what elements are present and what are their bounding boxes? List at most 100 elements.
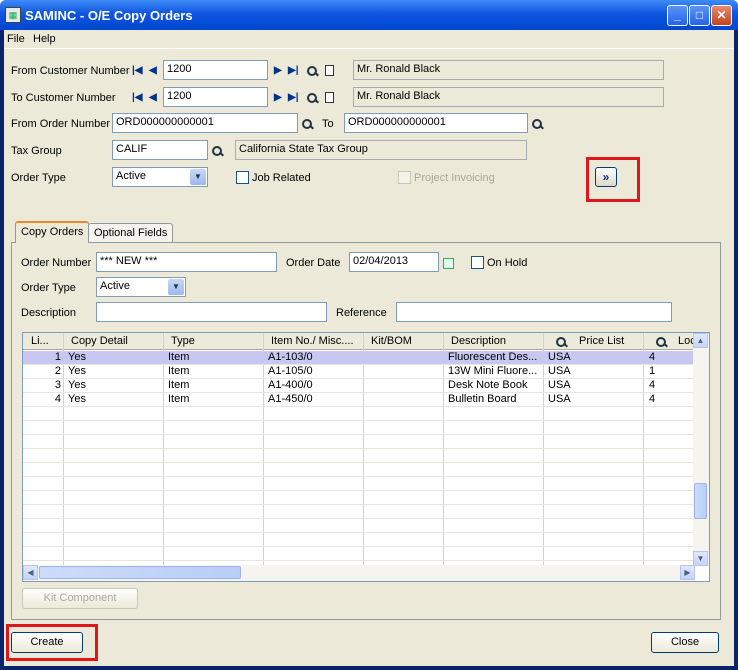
table-row[interactable]: 4 Yes Item A1-450/0 Bulletin Board USA 4 xyxy=(23,393,695,407)
cell-item[interactable]: A1-450/0 xyxy=(268,393,313,405)
close-window-button[interactable]: ✕ xyxy=(711,5,732,26)
copy-order-type-select[interactable]: Active ▼ xyxy=(96,277,186,297)
from-order-input[interactable]: ORD000000000001 xyxy=(112,113,298,133)
vertical-scroll-thumb[interactable] xyxy=(694,483,707,519)
menu-help[interactable]: Help xyxy=(33,33,56,45)
title-bar[interactable]: ▦ SAMINC - O/E Copy Orders _ □ ✕ xyxy=(0,0,738,30)
previous-icon[interactable]: ◀ xyxy=(149,92,157,103)
calendar-icon[interactable] xyxy=(443,258,454,269)
cell-item[interactable]: A1-105/0 xyxy=(268,365,313,377)
first-icon[interactable]: |◀ xyxy=(132,65,143,76)
finder-icon[interactable] xyxy=(306,92,318,104)
to-customer-input[interactable]: 1200 xyxy=(163,87,268,107)
finder-icon[interactable] xyxy=(211,145,223,157)
cell-loc[interactable]: 1 xyxy=(649,365,655,377)
cell-type[interactable]: Item xyxy=(168,379,189,391)
cell-type[interactable]: Item xyxy=(168,351,189,363)
cell-copy[interactable]: Yes xyxy=(68,365,86,377)
last-icon[interactable]: ▶| xyxy=(288,65,299,76)
scroll-down-icon[interactable]: ▼ xyxy=(693,551,708,566)
cell-line[interactable]: 2 xyxy=(23,365,61,377)
cell-item[interactable]: A1-103/0 xyxy=(268,351,313,363)
vertical-scrollbar[interactable]: ▲ ▼ xyxy=(693,333,709,566)
menu-file[interactable]: File xyxy=(7,33,25,45)
tax-group-input[interactable]: CALIF xyxy=(112,140,208,160)
table-row[interactable] xyxy=(23,463,695,477)
close-button[interactable]: Close xyxy=(651,632,719,653)
table-row[interactable] xyxy=(23,477,695,491)
from-customer-input[interactable]: 1200 xyxy=(163,60,268,80)
table-row[interactable] xyxy=(23,547,695,561)
table-row[interactable] xyxy=(23,407,695,421)
cell-line[interactable]: 4 xyxy=(23,393,61,405)
table-row[interactable]: 2 Yes Item A1-105/0 13W Mini Fluore... USA 1 xyxy=(23,365,695,379)
cell-type[interactable]: Item xyxy=(168,393,189,405)
table-row[interactable]: 1 Yes Item A1-103/0 Fluorescent Des... USA 4 xyxy=(23,351,695,365)
cell-type[interactable]: Item xyxy=(168,365,189,377)
cell-desc[interactable]: Fluorescent Des... xyxy=(448,351,537,363)
order-type-select[interactable]: Active ▼ xyxy=(112,167,208,187)
scroll-right-icon[interactable]: ▶ xyxy=(680,565,695,580)
col-description[interactable]: Description xyxy=(451,335,506,347)
description-input[interactable] xyxy=(96,302,327,322)
scroll-up-icon[interactable]: ▲ xyxy=(693,333,708,348)
cell-price[interactable]: USA xyxy=(548,393,571,405)
cell-desc[interactable]: Bulletin Board xyxy=(448,393,517,405)
finder-icon[interactable] xyxy=(306,65,318,77)
chevron-down-icon[interactable]: ▼ xyxy=(168,279,184,295)
table-row[interactable] xyxy=(23,519,695,533)
col-copy-detail[interactable]: Copy Detail xyxy=(71,335,128,347)
cell-price[interactable]: USA xyxy=(548,365,571,377)
table-row[interactable]: 3 Yes Item A1-400/0 Desk Note Book USA 4 xyxy=(23,379,695,393)
cell-copy[interactable]: Yes xyxy=(68,379,86,391)
table-row[interactable] xyxy=(23,421,695,435)
table-row[interactable] xyxy=(23,449,695,463)
table-row[interactable] xyxy=(23,505,695,519)
tab-copy-orders[interactable]: Copy Orders xyxy=(15,221,90,243)
cell-loc[interactable]: 4 xyxy=(649,393,655,405)
cell-line[interactable]: 3 xyxy=(23,379,61,391)
on-hold-checkbox[interactable] xyxy=(471,256,484,269)
cell-price[interactable]: USA xyxy=(548,379,571,391)
cell-item[interactable]: A1-400/0 xyxy=(268,379,313,391)
order-date-input[interactable]: 02/04/2013 xyxy=(349,252,439,272)
table-row[interactable] xyxy=(23,533,695,547)
cell-desc[interactable]: 13W Mini Fluore... xyxy=(448,365,537,377)
cell-copy[interactable]: Yes xyxy=(68,393,86,405)
col-price-list[interactable]: Price List xyxy=(579,335,624,347)
new-document-icon[interactable] xyxy=(325,65,334,76)
order-number-input[interactable]: *** NEW *** xyxy=(96,252,277,272)
horizontal-scroll-thumb[interactable] xyxy=(39,566,241,579)
tab-optional-fields[interactable]: Optional Fields xyxy=(88,223,174,243)
finder-icon[interactable] xyxy=(301,118,313,130)
col-line[interactable]: Li... xyxy=(31,335,49,347)
scroll-left-icon[interactable]: ◀ xyxy=(23,565,38,580)
cell-loc[interactable]: 4 xyxy=(649,351,655,363)
new-document-icon[interactable] xyxy=(325,92,334,103)
job-related-checkbox[interactable] xyxy=(236,171,249,184)
cell-loc[interactable]: 4 xyxy=(649,379,655,391)
chevron-down-icon[interactable]: ▼ xyxy=(190,169,206,185)
col-type[interactable]: Type xyxy=(171,335,195,347)
col-item-no[interactable]: Item No./ Misc.... xyxy=(271,335,354,347)
table-row[interactable] xyxy=(23,435,695,449)
finder-icon[interactable] xyxy=(555,336,567,348)
finder-icon[interactable] xyxy=(655,336,667,348)
col-kit-bom[interactable]: Kit/BOM xyxy=(371,335,412,347)
minimize-button[interactable]: _ xyxy=(667,5,688,26)
cell-copy[interactable]: Yes xyxy=(68,351,86,363)
last-icon[interactable]: ▶| xyxy=(288,92,299,103)
next-icon[interactable]: ▶ xyxy=(274,92,282,103)
finder-icon[interactable] xyxy=(531,118,543,130)
previous-icon[interactable]: ◀ xyxy=(149,65,157,76)
first-icon[interactable]: |◀ xyxy=(132,92,143,103)
reference-input[interactable] xyxy=(396,302,672,322)
table-row[interactable] xyxy=(23,491,695,505)
cell-line[interactable]: 1 xyxy=(23,351,61,363)
horizontal-scrollbar[interactable]: ◀ ▶ xyxy=(23,565,695,581)
next-icon[interactable]: ▶ xyxy=(274,65,282,76)
detail-grid[interactable]: Li... Copy Detail Type Item No./ Misc...… xyxy=(22,332,710,582)
cell-price[interactable]: USA xyxy=(548,351,571,363)
cell-desc[interactable]: Desk Note Book xyxy=(448,379,527,391)
to-order-input[interactable]: ORD000000000001 xyxy=(344,113,528,133)
